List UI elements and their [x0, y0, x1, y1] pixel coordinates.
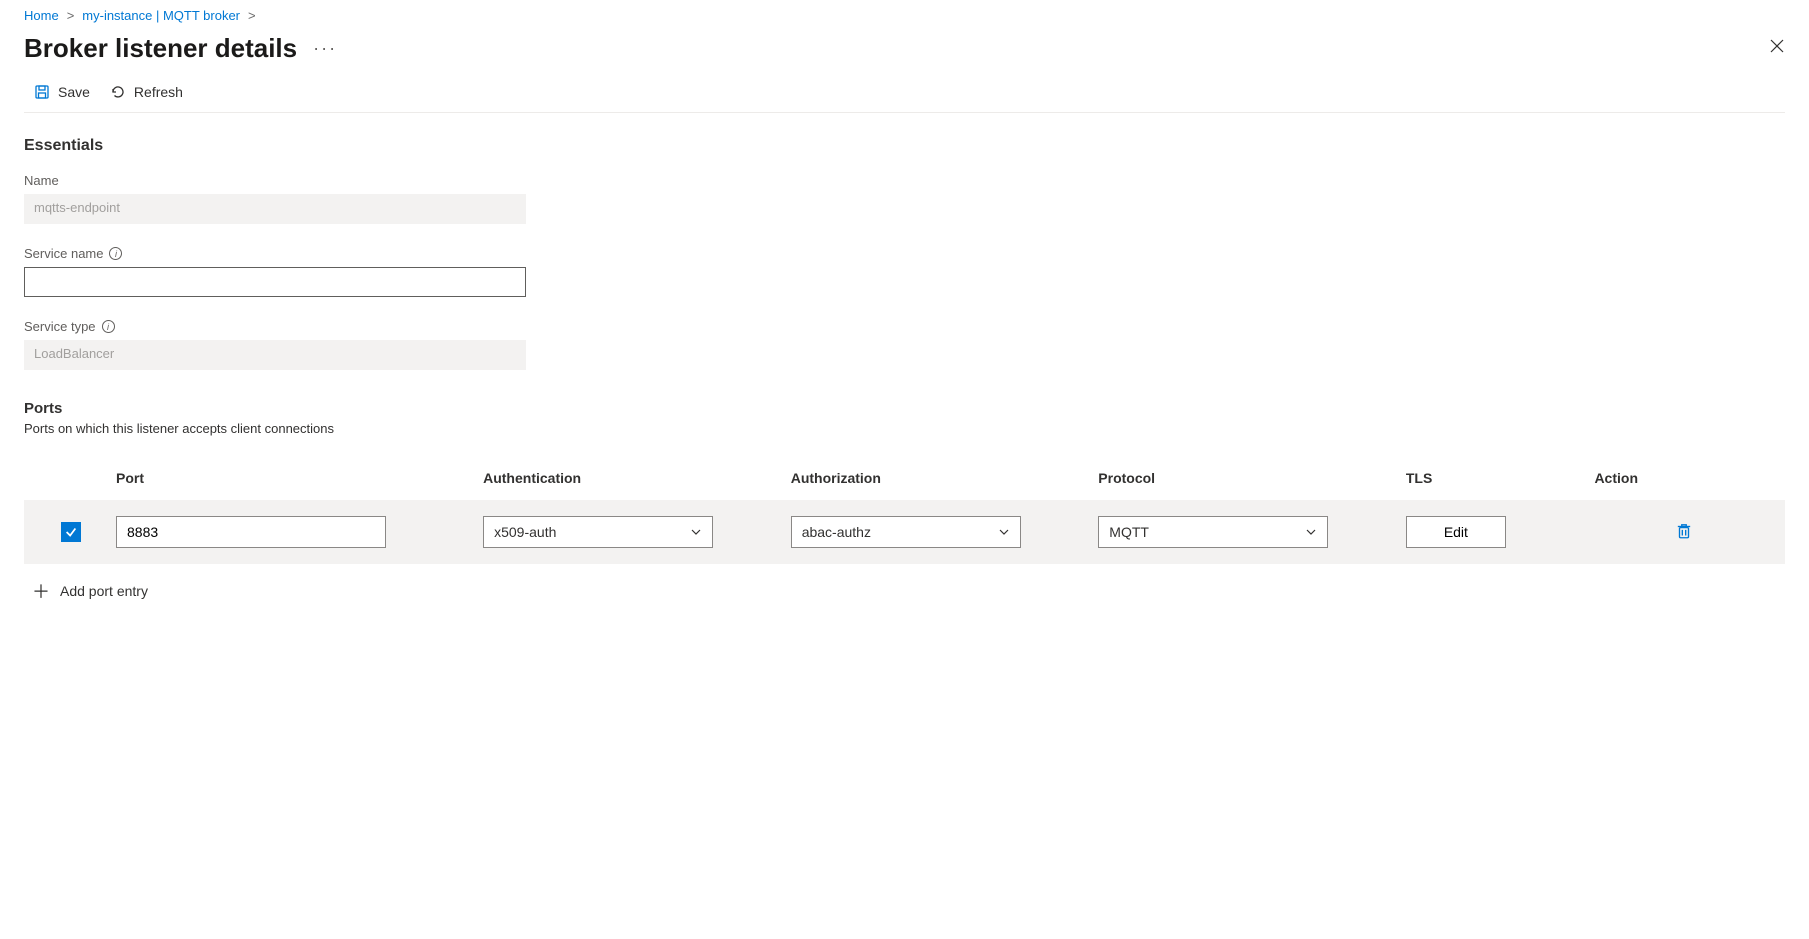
service-name-label: Service name: [24, 246, 103, 261]
row-checkbox[interactable]: [61, 522, 81, 542]
check-icon: [64, 525, 78, 539]
trash-icon: [1675, 522, 1693, 540]
save-icon: [34, 84, 50, 100]
refresh-button[interactable]: Refresh: [110, 84, 183, 100]
service-type-value: LoadBalancer: [24, 340, 526, 370]
breadcrumb-home[interactable]: Home: [24, 8, 59, 23]
ports-heading: Ports: [24, 400, 1785, 417]
tls-edit-button[interactable]: Edit: [1406, 516, 1506, 548]
col-auth: Authentication: [483, 470, 781, 486]
name-label: Name: [24, 173, 1785, 188]
refresh-icon: [110, 84, 126, 100]
save-label: Save: [58, 84, 90, 100]
protocol-select[interactable]: MQTT: [1098, 516, 1328, 548]
chevron-right-icon: >: [67, 8, 75, 23]
col-action: Action: [1594, 470, 1773, 486]
col-authz: Authorization: [791, 470, 1089, 486]
add-port-entry-button[interactable]: ＋ Add port entry: [24, 564, 148, 604]
table-row: x509-auth abac-authz MQTT Edit: [24, 500, 1785, 564]
port-input[interactable]: [116, 516, 386, 548]
authz-value: abac-authz: [802, 524, 871, 540]
auth-value: x509-auth: [494, 524, 556, 540]
authz-select[interactable]: abac-authz: [791, 516, 1021, 548]
info-icon[interactable]: i: [109, 247, 122, 260]
refresh-label: Refresh: [134, 84, 183, 100]
chevron-down-icon: [690, 526, 702, 538]
service-type-label: Service type: [24, 319, 96, 334]
chevron-right-icon: >: [248, 8, 256, 23]
delete-row-button[interactable]: [1675, 522, 1693, 543]
ports-description: Ports on which this listener accepts cli…: [24, 421, 1785, 436]
chevron-down-icon: [998, 526, 1010, 538]
service-name-input[interactable]: [24, 267, 526, 297]
name-value: mqtts-endpoint: [24, 194, 526, 224]
info-icon[interactable]: i: [102, 320, 115, 333]
toolbar: Save Refresh: [24, 64, 1785, 113]
plus-icon: ＋: [32, 578, 50, 604]
protocol-value: MQTT: [1109, 524, 1149, 540]
essentials-heading: Essentials: [24, 137, 1785, 155]
ports-table: Port Authentication Authorization Protoc…: [24, 466, 1785, 564]
col-port: Port: [116, 470, 473, 486]
col-tls: TLS: [1406, 470, 1585, 486]
more-actions-icon[interactable]: ···: [313, 38, 337, 59]
chevron-down-icon: [1305, 526, 1317, 538]
breadcrumb-instance[interactable]: my-instance | MQTT broker: [82, 8, 240, 23]
col-protocol: Protocol: [1098, 470, 1396, 486]
close-button[interactable]: [1769, 38, 1785, 59]
add-port-label: Add port entry: [60, 583, 148, 599]
save-button[interactable]: Save: [34, 84, 90, 100]
essentials-section: Essentials Name mqtts-endpoint Service n…: [24, 137, 1785, 370]
auth-select[interactable]: x509-auth: [483, 516, 713, 548]
breadcrumb: Home > my-instance | MQTT broker >: [24, 8, 1785, 23]
page-title: Broker listener details: [24, 33, 297, 64]
close-icon: [1769, 38, 1785, 54]
page-header: Broker listener details ···: [24, 33, 1785, 64]
ports-table-header: Port Authentication Authorization Protoc…: [24, 466, 1785, 500]
ports-section: Ports Ports on which this listener accep…: [24, 400, 1785, 604]
